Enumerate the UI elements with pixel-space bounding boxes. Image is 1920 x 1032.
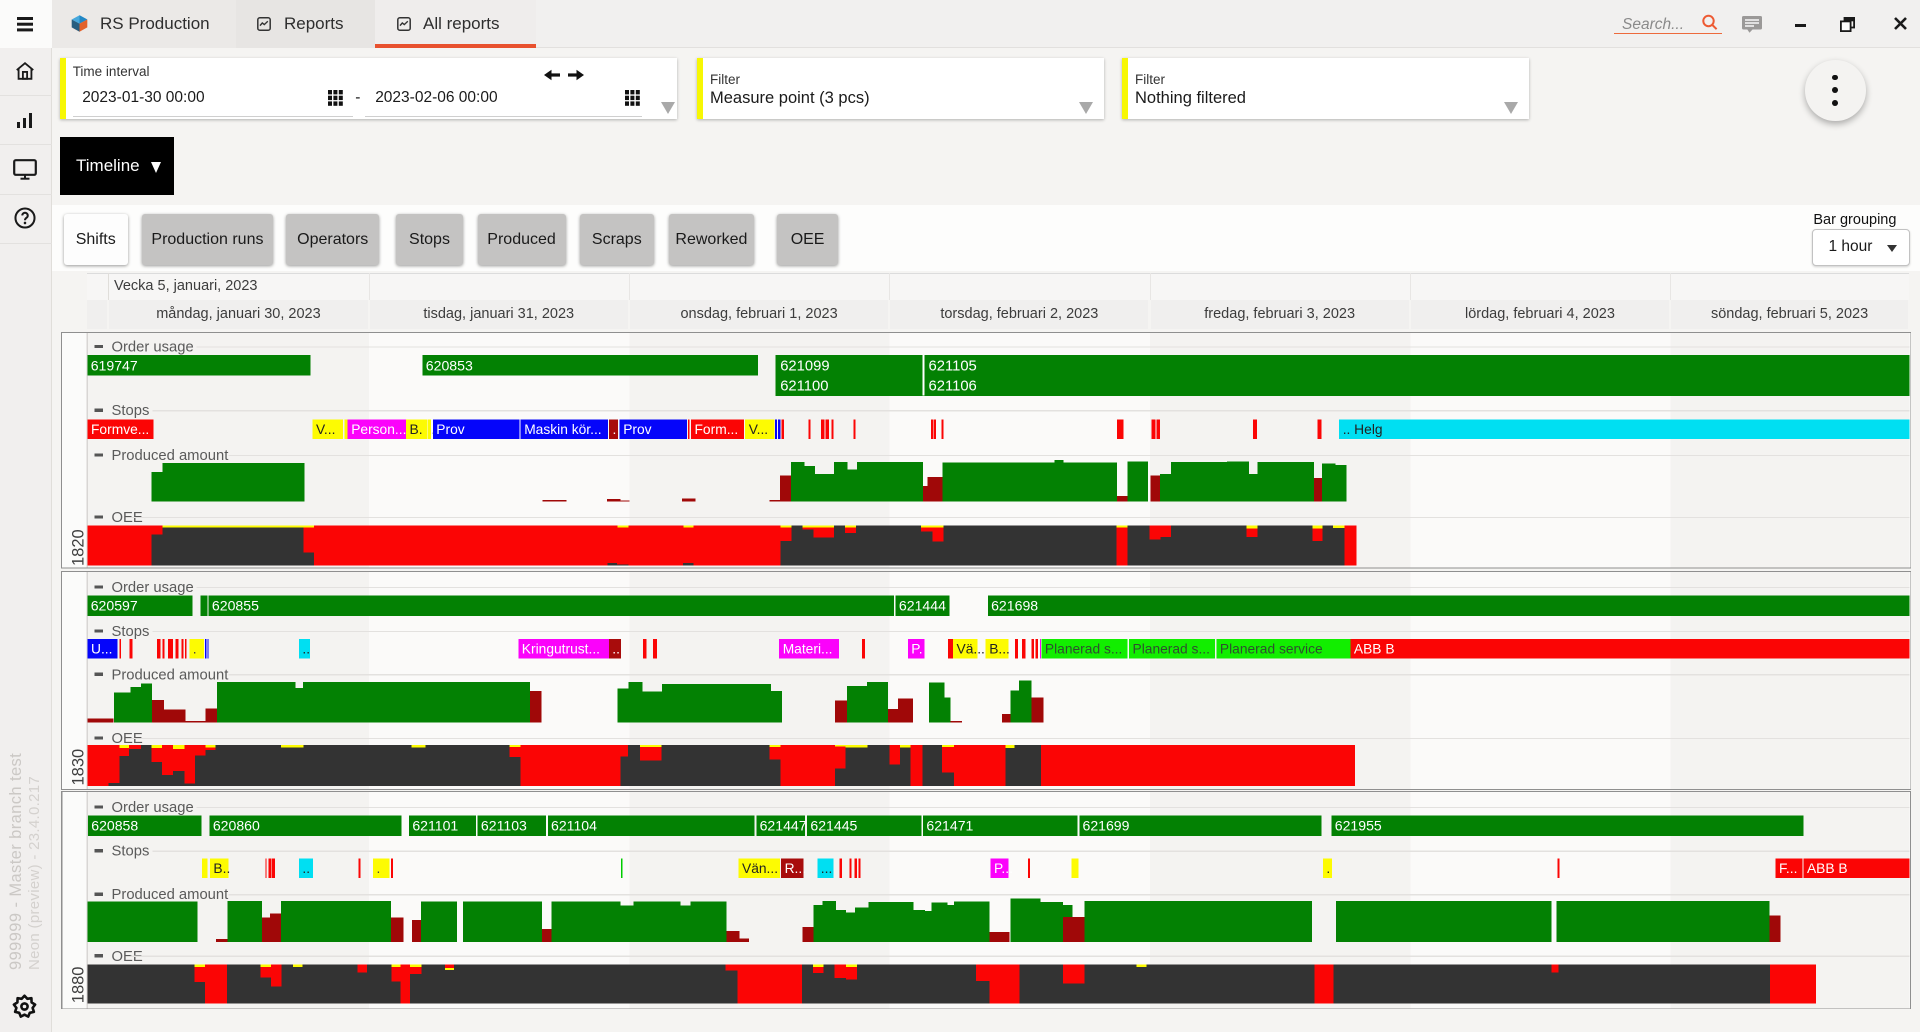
svg-text:621100: 621100 [780,379,828,395]
svg-text:Stops: Stops [111,403,149,419]
svg-text:P.: P. [911,641,922,656]
svg-text:Planerad s...: Planerad s... [1132,641,1209,656]
svg-text:Order usage: Order usage [111,800,193,816]
svg-text:Person...: Person... [351,422,406,437]
svg-text:Prov: Prov [623,422,651,437]
svg-text:620853: 620853 [425,357,472,373]
svg-text:621103: 621103 [480,817,526,833]
svg-text:621444: 621444 [898,597,945,613]
svg-text:Planerad service: Planerad service [1219,641,1322,656]
svg-text:620860: 620860 [212,817,259,833]
svg-text:Produced amount: Produced amount [111,667,228,683]
svg-text:Prov: Prov [436,422,464,437]
svg-text:621955: 621955 [1334,817,1381,833]
svg-text:621445: 621445 [810,817,857,833]
svg-text:ABB B: ABB B [1806,861,1847,876]
svg-text:621105: 621105 [928,358,976,374]
svg-text:1880: 1880 [69,966,87,1003]
svg-text:621101: 621101 [412,817,458,833]
svg-text:1820: 1820 [69,529,87,566]
svg-text:Formve...: Formve... [91,422,149,437]
svg-text:.: . [376,861,380,876]
svg-text:.. Helg: .. Helg [1342,422,1382,437]
svg-text:621698: 621698 [991,597,1038,613]
svg-text:Planerad s...: Planerad s... [1044,641,1121,656]
svg-text:B...: B... [989,641,1010,656]
svg-text:B..: B.. [213,861,230,876]
svg-text:U...: U... [91,641,112,656]
svg-text:ABB B: ABB B [1353,641,1394,656]
svg-text:620858: 620858 [91,817,138,833]
svg-text:621447: 621447 [759,817,806,833]
svg-text:621471: 621471 [926,817,973,833]
svg-text:Produced amount: Produced amount [111,887,228,903]
svg-text:621699: 621699 [1082,817,1129,833]
svg-text:Stops: Stops [111,623,149,639]
svg-text:619747: 619747 [90,357,137,373]
svg-text:P...: P... [993,861,1012,876]
svg-text:.: . [1326,861,1330,876]
svg-text:V...: V... [316,422,335,437]
svg-text:Vä...: Vä... [956,641,984,656]
svg-text:..: .. [612,641,620,656]
svg-text:Form...: Form... [694,422,738,437]
svg-text:...: ... [820,861,832,876]
svg-text:620597: 620597 [90,597,137,613]
svg-text:.: . [192,641,196,656]
svg-text:F...: F... [1779,861,1797,876]
svg-text:.: . [612,422,616,437]
svg-text:620855: 620855 [211,597,258,613]
svg-text:Kringutrust...: Kringutrust... [521,641,599,656]
svg-text:..: .. [302,861,310,876]
svg-text:621104: 621104 [551,817,597,833]
svg-text:B.: B. [409,422,422,437]
svg-text:Order usage: Order usage [111,579,193,595]
svg-text:621099: 621099 [780,358,829,374]
svg-text:R...: R... [784,861,805,876]
svg-text:Stops: Stops [111,843,149,859]
svg-text:Materi...: Materi... [782,641,832,656]
svg-text:Maskin kör...: Maskin kör... [524,422,601,437]
svg-text:Produced amount: Produced amount [111,448,228,464]
svg-text:621106: 621106 [928,379,976,395]
svg-text:Order usage: Order usage [111,339,193,355]
svg-text:Vän...: Vän... [742,861,778,876]
svg-text:..: .. [302,641,310,656]
svg-text:1830: 1830 [69,748,87,785]
svg-text:V...: V... [748,422,767,437]
